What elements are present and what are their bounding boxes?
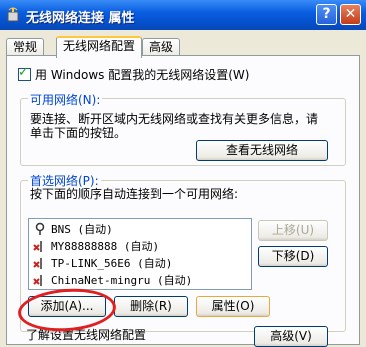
advanced-button[interactable]: 高级(V) [254,326,328,347]
wireless-antenna-icon [35,222,45,235]
view-wireless-networks-button[interactable]: 查看无线网络 [196,140,328,161]
list-item[interactable]: BNS (自动) [33,221,113,237]
wireless-x-icon [33,241,42,252]
network-connection-icon [7,7,19,22]
use-windows-config-checkbox-row[interactable]: ✓ 用 Windows 配置我的无线网络设置(W) [18,65,250,83]
remove-button[interactable]: 删除(R) [114,296,188,317]
properties-button[interactable]: 属性(O) [196,296,270,317]
list-item[interactable]: TP-LINK_56E6 (自动) [33,255,172,271]
tab-wireless-networks[interactable]: 无线网络配置 [56,36,143,58]
available-networks-desc-line2: 单击下面的按钮。 [30,126,127,140]
tab-general[interactable]: 常规 [6,38,45,56]
use-windows-config-label: 用 Windows 配置我的无线网络设置(W) [35,68,250,82]
preferred-networks-desc: 按下面的顺序自动连接到一个可用网络: [30,187,239,201]
list-item[interactable]: MY88888888 (自动) [33,238,159,254]
preferred-networks-list[interactable]: BNS (自动) MY88888888 (自动) TP-LINK_56E6 (自… [28,218,252,290]
close-button[interactable]: ✕ [340,4,361,25]
wireless-x-icon [33,275,42,286]
title-bar: 无线网络连接 属性 ? ✕ [0,0,366,30]
wireless-x-icon [33,258,42,269]
help-button[interactable]: ? [316,4,337,25]
tab-advanced[interactable]: 高级 [142,38,181,56]
checkmark-icon: ✓ [18,65,29,80]
use-windows-config-checkbox[interactable]: ✓ [18,65,31,81]
move-down-button[interactable]: 下移(D) [258,246,328,267]
window-title: 无线网络连接 属性 [26,11,135,26]
available-networks-title: 可用网络(N): [28,91,103,108]
move-up-button[interactable]: 上移(U) [258,220,328,241]
tab-strip: 常规 无线网络配置 高级 [6,36,360,58]
list-item[interactable]: ChinaNet-mingru (自动) [33,272,192,288]
